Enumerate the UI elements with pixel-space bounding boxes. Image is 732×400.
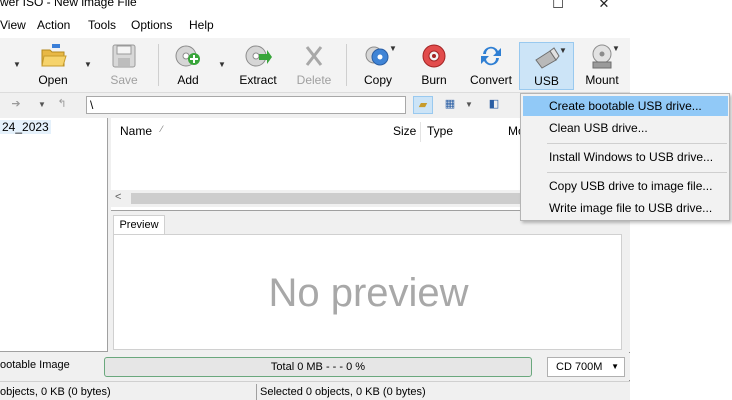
menu-item-create-bootable-usb[interactable]: Create bootable USB drive... bbox=[523, 96, 728, 116]
view-mode-dropdown-arrow[interactable]: ▼ bbox=[459, 96, 479, 114]
layout-icon[interactable]: ◧ bbox=[484, 96, 504, 114]
burn-button[interactable]: Burn bbox=[414, 42, 454, 90]
copy-dropdown-arrow[interactable]: ▼ bbox=[389, 44, 397, 53]
no-preview-text: No preview bbox=[268, 271, 469, 315]
menu-separator bbox=[547, 172, 727, 173]
window-title: wer ISO - New image File bbox=[0, 0, 137, 9]
toolbar-separator bbox=[346, 44, 347, 86]
open-dropdown-arrow[interactable]: ▼ bbox=[84, 60, 92, 69]
floppy-disk-icon bbox=[112, 44, 136, 68]
menu-view[interactable]: View bbox=[0, 18, 26, 32]
convert-label: Convert bbox=[469, 73, 513, 87]
title-bar: wer ISO - New image File ☐ ✕ bbox=[0, 0, 630, 14]
convert-button[interactable]: Convert bbox=[466, 42, 516, 90]
status-selected-objects: Selected 0 objects, 0 KB (0 bytes) bbox=[260, 386, 426, 398]
preview-box: No preview bbox=[113, 234, 622, 350]
folder-tree: 24_2023 bbox=[0, 118, 108, 352]
mount-label: Mount bbox=[585, 73, 619, 87]
sort-indicator-icon: ⁄ bbox=[161, 124, 163, 134]
open-label: Open bbox=[38, 73, 68, 87]
menu-action[interactable]: Action bbox=[37, 18, 70, 32]
status-total-objects: objects, 0 KB (0 bytes) bbox=[0, 386, 111, 398]
toolbar: ▼ Open ▼ Save Add ▼ Extract Delete Copy … bbox=[0, 38, 630, 93]
folder-open-icon bbox=[41, 44, 67, 67]
status-divider bbox=[256, 384, 257, 400]
usb-drive-icon bbox=[534, 47, 560, 69]
column-type[interactable]: Type bbox=[427, 124, 453, 138]
usb-label: USB bbox=[534, 74, 559, 88]
up-folder-icon[interactable]: ↰ bbox=[52, 96, 72, 114]
image-type-label: ootable Image bbox=[0, 359, 70, 371]
chevron-down-icon: ▼ bbox=[611, 362, 619, 371]
folder-view-icon[interactable]: ▰ bbox=[413, 96, 433, 114]
view-mode-icon[interactable]: ▦ bbox=[440, 96, 460, 114]
delete-label: Delete bbox=[296, 73, 332, 87]
menu-item-copy-usb-to-image[interactable]: Copy USB drive to image file... bbox=[523, 176, 728, 196]
menu-help[interactable]: Help bbox=[189, 18, 214, 32]
toolbar-separator bbox=[158, 44, 159, 86]
usb-dropdown-arrow[interactable]: ▼ bbox=[559, 46, 567, 55]
save-label: Save bbox=[110, 73, 138, 87]
copy-label: Copy bbox=[363, 73, 392, 87]
add-label: Add bbox=[177, 73, 199, 87]
menu-options[interactable]: Options bbox=[131, 18, 172, 32]
forward-arrow-icon[interactable]: ➔ bbox=[6, 96, 26, 114]
usb-dropdown-menu: Create bootable USB drive... Clean USB d… bbox=[520, 93, 730, 221]
capacity-value: CD 700M bbox=[556, 361, 603, 373]
save-button[interactable]: Save bbox=[104, 42, 144, 90]
menu-item-clean-usb[interactable]: Clean USB drive... bbox=[523, 118, 728, 138]
path-input[interactable]: \ bbox=[86, 96, 406, 114]
usb-button[interactable]: USB ▼ bbox=[519, 42, 574, 90]
menu-bar: View Action Tools Options Help bbox=[0, 14, 630, 38]
add-files-icon bbox=[175, 45, 200, 67]
menu-tools[interactable]: Tools bbox=[88, 18, 116, 32]
new-dropdown-arrow[interactable]: ▼ bbox=[13, 60, 21, 69]
add-dropdown-arrow[interactable]: ▼ bbox=[218, 60, 226, 69]
burn-label: Burn bbox=[421, 73, 447, 87]
column-name[interactable]: Name bbox=[120, 124, 152, 138]
preview-panel: Preview No preview bbox=[111, 210, 630, 352]
convert-arrows-icon bbox=[481, 46, 501, 66]
tree-node-root[interactable]: 24_2023 bbox=[0, 120, 51, 134]
column-separator bbox=[420, 122, 421, 142]
extract-label: Extract bbox=[239, 73, 277, 87]
capacity-progress-bar: Total 0 MB - - - 0 % bbox=[104, 357, 532, 377]
menu-separator bbox=[547, 143, 727, 144]
menu-item-install-windows-usb[interactable]: Install Windows to USB drive... bbox=[523, 147, 728, 167]
selection-status-bar: objects, 0 KB (0 bytes) Selected 0 objec… bbox=[0, 381, 630, 400]
tab-preview[interactable]: Preview bbox=[113, 215, 165, 235]
capacity-select[interactable]: CD 700M ▼ bbox=[547, 357, 625, 377]
history-dropdown-arrow[interactable]: ▼ bbox=[32, 96, 52, 114]
add-button[interactable]: Add bbox=[168, 42, 208, 90]
image-status-bar: ootable Image Total 0 MB - - - 0 % CD 70… bbox=[0, 353, 630, 380]
extract-button[interactable]: Extract bbox=[235, 42, 281, 90]
burn-disc-icon bbox=[422, 44, 446, 68]
column-size[interactable]: Size bbox=[393, 124, 416, 138]
mount-dropdown-arrow[interactable]: ▼ bbox=[612, 44, 620, 53]
delete-x-icon bbox=[305, 46, 323, 66]
maximize-button[interactable]: ☐ bbox=[548, 0, 568, 12]
delete-button[interactable]: Delete bbox=[292, 42, 336, 90]
menu-item-write-image-to-usb[interactable]: Write image file to USB drive... bbox=[523, 198, 728, 218]
open-button[interactable]: Open bbox=[33, 42, 73, 90]
close-button[interactable]: ✕ bbox=[594, 0, 614, 12]
extract-icon bbox=[245, 45, 272, 67]
scroll-left-icon[interactable]: < bbox=[115, 191, 121, 203]
